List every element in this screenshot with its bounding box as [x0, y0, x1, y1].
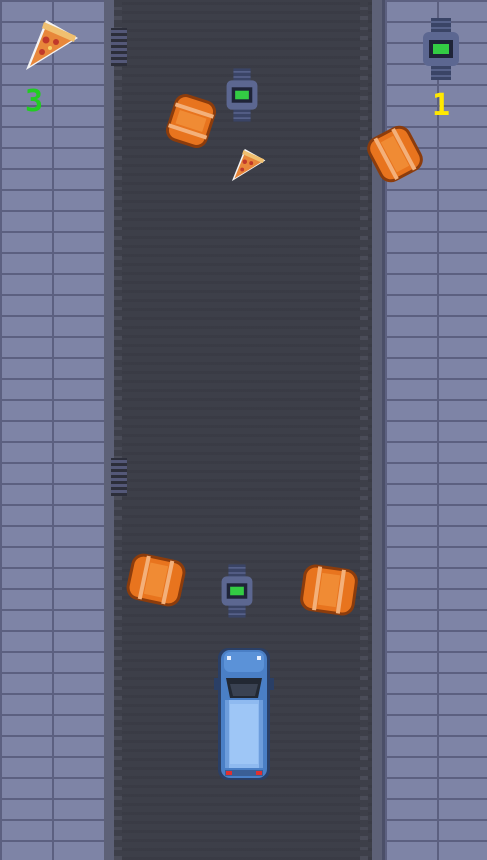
watch-counter: 1	[432, 88, 451, 123]
barrel-obstacle	[165, 94, 217, 148]
pizza-slice-pickup	[231, 148, 266, 182]
left-brick-wall	[0, 0, 107, 860]
pizza-slice-icon	[26, 20, 78, 70]
left-curb	[104, 0, 114, 860]
barrel-obstacle	[300, 564, 358, 616]
barrel-obstacle	[367, 125, 423, 183]
storm-drain-grate	[111, 458, 127, 496]
player-car[interactable]	[212, 644, 276, 784]
game-screen[interactable]: 3 1	[0, 0, 487, 860]
digital-watch-icon	[423, 18, 459, 80]
pizza-counter: 3	[25, 84, 44, 119]
watch-pickup	[221, 564, 253, 618]
storm-drain-grate	[111, 28, 127, 66]
road-edge-left	[114, 0, 122, 860]
watch-pickup	[226, 68, 258, 122]
barrel-obstacle	[126, 553, 186, 607]
